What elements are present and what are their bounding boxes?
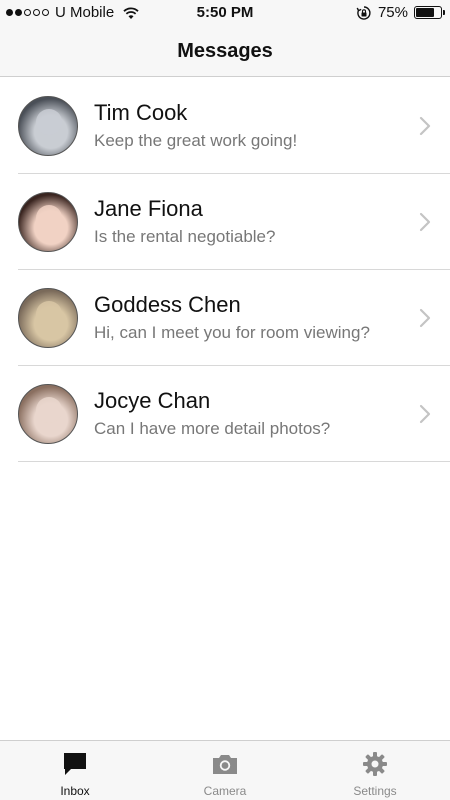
avatar-highlight: [36, 109, 62, 135]
navigation-bar: Messages: [0, 26, 450, 77]
camera-icon: [213, 755, 237, 774]
avatar: [18, 192, 78, 252]
tab-settings[interactable]: Settings: [300, 741, 450, 800]
message-preview: Keep the great work going!: [94, 131, 298, 150]
tab-label: Inbox: [60, 784, 90, 798]
message-preview: Can I have more detail photos?: [94, 419, 331, 438]
chevron-right-icon: [419, 308, 431, 328]
rotation-lock-icon: [356, 5, 371, 20]
conversation-text: Goddess Chen Hi, can I meet you for room…: [94, 291, 418, 345]
avatar-highlight: [36, 301, 62, 327]
contact-name: Jane Fiona: [94, 196, 203, 221]
avatar-highlight: [36, 205, 62, 231]
tab-inbox[interactable]: Inbox: [0, 741, 150, 800]
conversation-text: Jocye Chan Can I have more detail photos…: [94, 387, 418, 441]
gear-icon: [363, 752, 387, 776]
status-bar: U Mobile 5:50 PM 75%: [0, 0, 450, 26]
battery-fill: [416, 8, 434, 17]
conversation-text: Jane Fiona Is the rental negotiable?: [94, 195, 418, 249]
battery-icon: [414, 6, 445, 19]
contact-name: Tim Cook: [94, 100, 188, 125]
tab-label: Settings: [353, 784, 397, 798]
avatar-highlight: [36, 397, 62, 423]
contact-name: Jocye Chan: [94, 388, 211, 413]
contact-name: Goddess Chen: [94, 292, 241, 317]
tab-bar: Inbox Camera Settings: [0, 740, 450, 800]
status-right: 75%: [356, 4, 445, 21]
message-preview: Hi, can I meet you for room viewing?: [94, 323, 370, 342]
conversation-row-jocye-chan[interactable]: Jocye Chan Can I have more detail photos…: [0, 366, 450, 462]
avatar: [18, 288, 78, 348]
chevron-right-icon: [419, 404, 431, 424]
conversation-row-goddess-chen[interactable]: Goddess Chen Hi, can I meet you for room…: [0, 270, 450, 366]
chevron-right-icon: [419, 116, 431, 136]
message-preview: Is the rental negotiable?: [94, 227, 276, 246]
tab-label: Camera: [203, 784, 247, 798]
avatar: [18, 96, 78, 156]
page-title: Messages: [177, 39, 273, 62]
battery-percentage: 75%: [377, 4, 408, 21]
conversation-list: Tim Cook Keep the great work going! Jane…: [0, 78, 450, 462]
avatar: [18, 384, 78, 444]
conversation-text: Tim Cook Keep the great work going!: [94, 99, 418, 153]
conversation-row-jane-fiona[interactable]: Jane Fiona Is the rental negotiable?: [0, 174, 450, 270]
chevron-right-icon: [419, 212, 431, 232]
conversation-row-tim-cook[interactable]: Tim Cook Keep the great work going!: [0, 78, 450, 174]
speech-bubble-icon: [64, 753, 86, 775]
tab-camera[interactable]: Camera: [150, 741, 300, 800]
